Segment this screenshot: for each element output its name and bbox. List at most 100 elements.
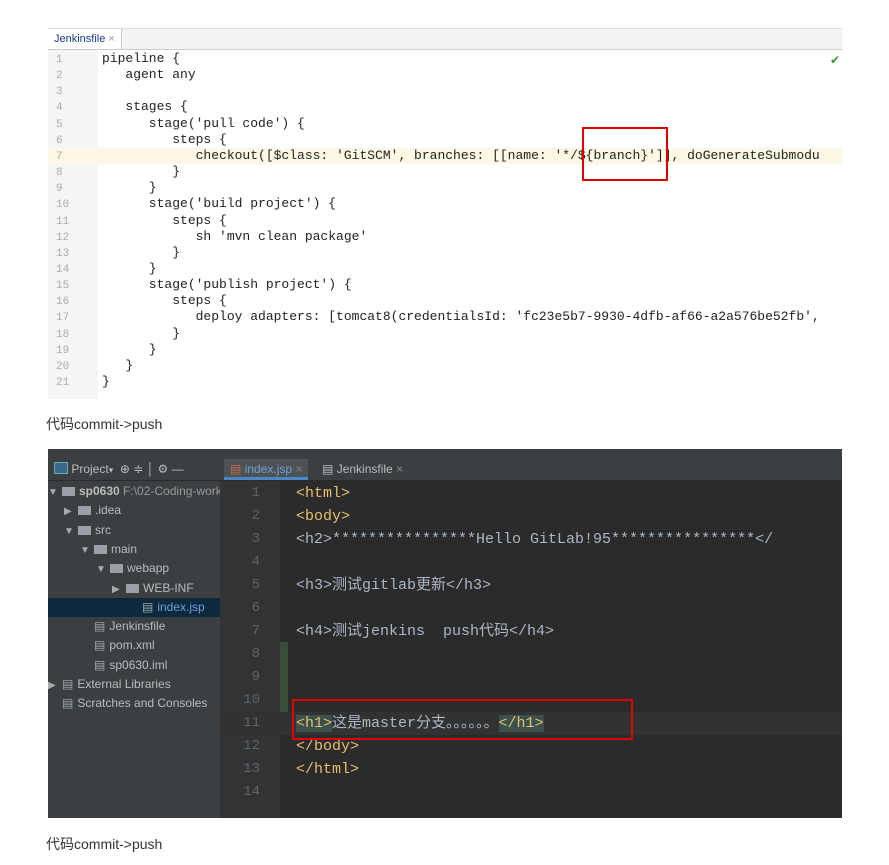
tree-item[interactable]: ▼ sp0630 F:\02-Coding-work xyxy=(48,482,222,502)
expand-arrow-icon[interactable]: ▶ xyxy=(48,676,62,695)
project-panel-header: Project▾ ⊕ ≑ │ ⚙ — xyxy=(48,459,220,481)
line-number: 12 xyxy=(56,231,70,244)
code-line[interactable]: 1 <html> xyxy=(220,482,842,505)
code-line[interactable]: 13 </html> xyxy=(220,758,842,781)
code-text: agent any xyxy=(102,67,196,83)
code-line[interactable]: 18 } xyxy=(48,326,842,342)
code-line[interactable]: 8 xyxy=(220,643,842,666)
code-text: steps { xyxy=(102,131,227,147)
tree-item[interactable]: ▼ main xyxy=(48,540,220,559)
caption: 代码commit->push xyxy=(46,836,163,852)
code-line[interactable]: 14 } xyxy=(48,261,842,277)
close-icon[interactable]: × xyxy=(295,462,302,476)
code-text: } xyxy=(102,260,157,276)
line-number: 20 xyxy=(56,360,70,373)
highlight-box xyxy=(292,699,633,740)
tree-item[interactable]: ▤ index.jsp xyxy=(48,597,220,617)
code-text: <html> xyxy=(296,485,351,502)
close-icon[interactable]: × xyxy=(108,33,114,45)
code-line[interactable]: 6 steps { xyxy=(48,132,842,148)
code-line[interactable]: 4 stages { xyxy=(48,99,842,115)
project-dropdown[interactable]: Project xyxy=(71,462,108,476)
code-line[interactable]: 6 xyxy=(220,597,842,620)
expand-arrow-icon[interactable]: ▼ xyxy=(48,483,62,502)
code-line[interactable]: 10 stage('build project') { xyxy=(48,196,842,212)
tree-item-label: sp0630.iml xyxy=(109,657,168,672)
code-text: } xyxy=(102,341,157,357)
file-icon: ▤ xyxy=(62,677,74,691)
code-line[interactable]: 15 stage('publish project') { xyxy=(48,277,842,293)
highlight-box xyxy=(582,127,668,181)
tab-index-jsp[interactable]: ▤ index.jsp × xyxy=(224,459,309,480)
code-line[interactable]: 2 <body> xyxy=(220,505,842,528)
expand-arrow-icon[interactable]: ▶ xyxy=(112,580,126,599)
tree-item-label: WEB-INF xyxy=(143,580,194,595)
code-line[interactable]: 17 deploy adapters: [tomcat8(credentials… xyxy=(48,309,842,325)
code-line[interactable]: 9 } xyxy=(48,180,842,196)
code-line[interactable]: 8 } xyxy=(48,164,842,180)
tree-item[interactable]: ▶ WEB-INF xyxy=(48,579,220,598)
expand-arrow-icon[interactable]: ▼ xyxy=(96,560,110,579)
code-line[interactable]: 19 } xyxy=(48,342,842,358)
tab-jenkinsfile[interactable]: ▤ Jenkinsfile × xyxy=(316,459,409,480)
code-line[interactable]: 9 xyxy=(220,666,842,689)
project-panel: Project▾ ⊕ ≑ │ ⚙ — ▼ sp0630 F:\02-Coding-… xyxy=(48,459,222,818)
gear-icon[interactable]: ⚙ xyxy=(158,462,169,476)
locate-icon[interactable]: ⊕ xyxy=(120,462,130,476)
code-line[interactable]: 14 xyxy=(220,781,842,804)
line-number: 10 xyxy=(56,199,70,212)
tree-item[interactable]: ▤ sp0630.iml xyxy=(48,656,220,675)
tree-item[interactable]: ▤ Jenkinsfile xyxy=(48,617,220,636)
code-line[interactable]: 20 } xyxy=(48,358,842,374)
expand-arrow-icon[interactable]: ▶ xyxy=(64,502,78,521)
tree-item-label: sp0630 xyxy=(79,484,120,498)
tab-label: Jenkinsfile xyxy=(54,33,106,45)
tree-item[interactable]: ▶ .idea xyxy=(48,501,220,520)
folder-icon xyxy=(126,583,139,593)
line-number: 12 xyxy=(243,738,260,754)
code-line[interactable]: 7 checkout([$class: 'GitSCM', branches: … xyxy=(48,147,842,164)
code-line[interactable]: 16 steps { xyxy=(48,293,842,309)
code-line[interactable]: 13 } xyxy=(48,245,842,261)
line-number: 4 xyxy=(251,554,260,570)
line-number: 8 xyxy=(56,167,63,180)
tree-item[interactable]: ▤ pom.xml xyxy=(48,636,220,655)
code-text: <h2>****************Hello GitLab!95*****… xyxy=(296,531,774,548)
code-text: <h4>测试jenkins push代码</h4> xyxy=(296,623,555,640)
code-line[interactable]: 3 xyxy=(48,83,842,99)
minimize-icon[interactable]: — xyxy=(172,462,184,476)
expand-arrow-icon[interactable]: ▼ xyxy=(80,541,94,560)
code-line[interactable]: 3 <h2>****************Hello GitLab!95****… xyxy=(220,528,842,551)
code-line[interactable]: 4 xyxy=(220,551,842,574)
code-text: steps { xyxy=(102,212,227,228)
code-text: } xyxy=(102,164,181,180)
line-number: 13 xyxy=(243,761,260,777)
tab-jenkinsfile[interactable]: Jenkinsfile × xyxy=(48,29,122,49)
tree-item[interactable]: ▤ Scratches and Consoles xyxy=(48,694,220,713)
folder-icon xyxy=(78,525,91,535)
code-line[interactable]: 11 steps { xyxy=(48,213,842,229)
code-line[interactable]: 21} xyxy=(48,374,842,390)
dropdown-arrow-icon[interactable]: ▾ xyxy=(109,465,114,475)
line-number: 16 xyxy=(56,296,70,309)
line-number: 9 xyxy=(56,183,63,196)
tab-label: Jenkinsfile xyxy=(336,462,393,476)
code-line[interactable]: 7 <h4>测试jenkins push代码</h4> xyxy=(220,620,842,643)
code-line[interactable]: 1 pipeline { xyxy=(48,51,842,67)
code-line[interactable]: 2 agent any xyxy=(48,67,842,83)
code-line[interactable]: 12 sh 'mvn clean package' xyxy=(48,229,842,245)
code-line[interactable]: 5 <h3>测试gitlab更新</h3> xyxy=(220,574,842,597)
tree-item[interactable]: ▼ src xyxy=(48,521,220,540)
tree-item[interactable]: ▼ webapp xyxy=(48,559,220,578)
collapse-icon[interactable]: ≑ xyxy=(133,462,143,476)
project-icon xyxy=(54,462,68,474)
close-icon[interactable]: × xyxy=(396,462,403,476)
line-number: 21 xyxy=(56,377,70,389)
tree-item-label: External Libraries xyxy=(77,677,171,691)
tree-item[interactable]: ▶ ▤ External Libraries xyxy=(48,675,220,694)
editor-tabs: ▤ index.jsp × ▤ Jenkinsfile × xyxy=(220,459,842,481)
folder-icon xyxy=(110,564,123,574)
code-text: } xyxy=(102,325,181,341)
code-line[interactable]: 5 stage('pull code') { xyxy=(48,116,842,132)
expand-arrow-icon[interactable]: ▼ xyxy=(64,522,78,541)
